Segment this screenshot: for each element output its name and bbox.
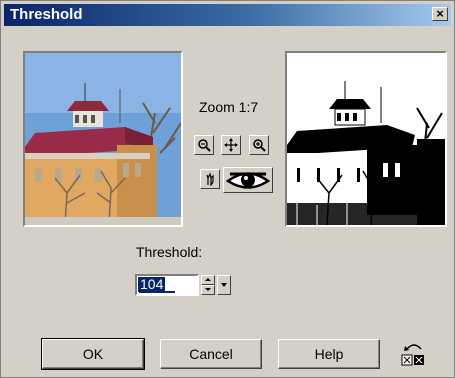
reset-button[interactable] — [399, 339, 429, 369]
zoom-out-button[interactable] — [194, 135, 214, 155]
threshold-value: 104 — [138, 276, 166, 292]
hand-button[interactable] — [200, 169, 220, 189]
spin-up-button[interactable] — [201, 275, 215, 285]
ok-button[interactable]: OK — [41, 338, 145, 370]
original-preview[interactable] — [23, 51, 183, 227]
eye-icon — [225, 172, 271, 189]
dialog-title: Threshold — [10, 6, 83, 23]
hand-icon — [206, 172, 214, 187]
preview-toggle-button[interactable] — [223, 167, 273, 193]
threshold-label: Threshold: — [136, 244, 203, 260]
threshold-dropdown-button[interactable] — [217, 275, 231, 295]
cancel-button[interactable]: Cancel — [160, 339, 262, 369]
zoom-in-icon — [253, 139, 266, 152]
threshold-slider-bar — [139, 291, 175, 293]
zoom-out-icon — [198, 139, 211, 152]
threshold-preview[interactable] — [285, 51, 447, 227]
spin-down-button[interactable] — [201, 285, 215, 295]
threshold-image — [287, 53, 445, 225]
close-button[interactable]: × — [432, 7, 448, 21]
reset-icon — [401, 344, 424, 366]
original-image — [25, 53, 181, 225]
pan-icon — [224, 138, 238, 152]
threshold-dialog: Threshold × Zoom 1:7 Threshold: 104 OK C… — [0, 0, 455, 378]
help-button[interactable]: Help — [278, 339, 380, 369]
threshold-input[interactable]: 104 — [135, 274, 199, 296]
pan-button[interactable] — [221, 135, 241, 155]
title-bar[interactable]: Threshold × — [4, 4, 451, 26]
zoom-in-button[interactable] — [249, 135, 269, 155]
zoom-label: Zoom 1:7 — [199, 99, 259, 115]
